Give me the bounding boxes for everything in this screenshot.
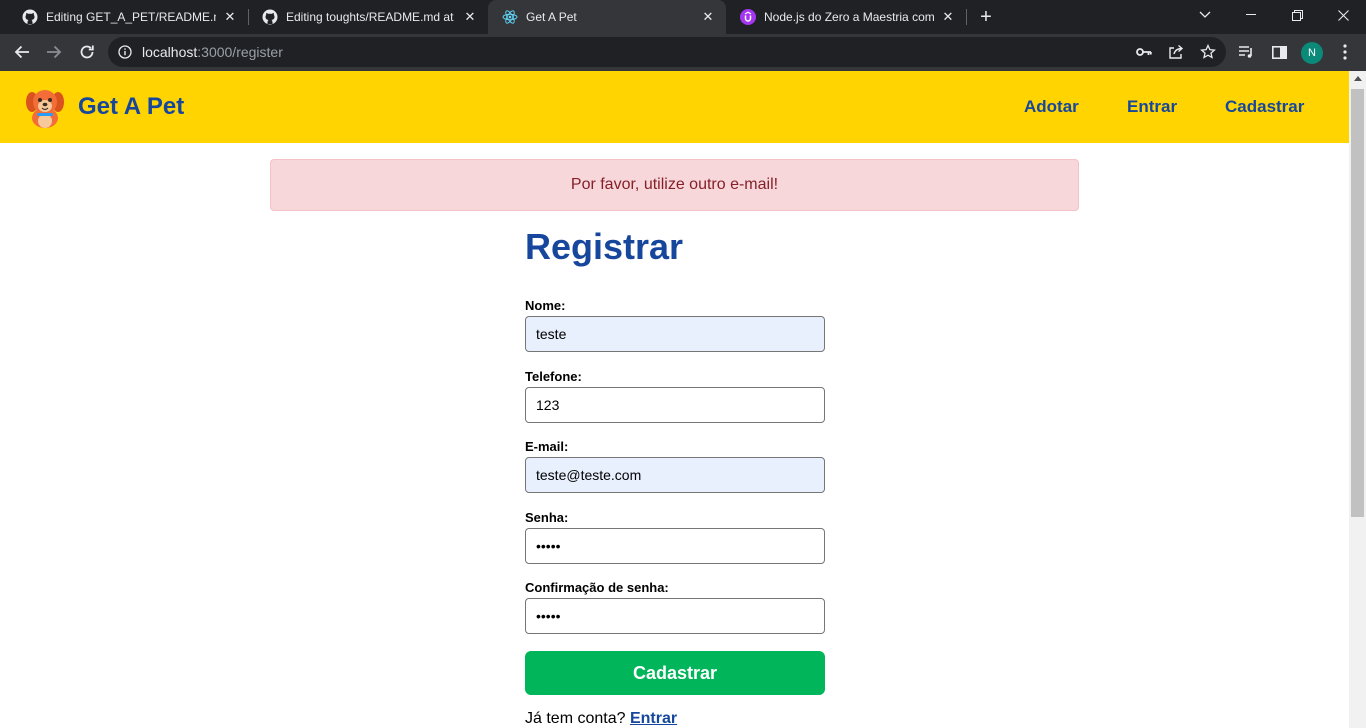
confirm-password-field-group: Confirmação de senha: ••••• xyxy=(525,580,825,634)
arrow-right-icon xyxy=(47,45,62,59)
arrow-left-icon xyxy=(14,45,29,59)
password-field-group: Senha: ••••• xyxy=(525,510,825,564)
nav-link-entrar[interactable]: Entrar xyxy=(1127,97,1177,117)
flash-error-message: Por favor, utilize outro e-mail! xyxy=(270,159,1079,211)
close-icon[interactable]: ✕ xyxy=(700,9,716,25)
restore-icon xyxy=(1291,9,1303,21)
back-button[interactable] xyxy=(10,40,34,64)
email-label: E-mail: xyxy=(525,439,569,454)
minimize-button[interactable] xyxy=(1228,0,1274,30)
scroll-up-icon[interactable] xyxy=(1354,76,1362,81)
restore-button[interactable] xyxy=(1274,0,1320,30)
tab-udemy-nodejs[interactable]: Node.js do Zero a Maestria com ✕ xyxy=(726,0,966,34)
email-input[interactable]: teste@teste.com xyxy=(525,457,825,493)
close-icon[interactable]: ✕ xyxy=(462,9,478,25)
tab-title: Get A Pet xyxy=(526,10,577,24)
info-icon[interactable] xyxy=(118,45,132,59)
close-icon[interactable]: ✕ xyxy=(222,9,238,25)
close-icon[interactable]: ✕ xyxy=(940,9,956,25)
udemy-icon xyxy=(740,9,756,25)
react-icon xyxy=(502,10,518,24)
github-icon xyxy=(22,9,38,25)
close-icon xyxy=(1337,9,1349,21)
browser-toolbar: localhost:3000/register N xyxy=(0,34,1366,71)
name-label: Nome: xyxy=(525,298,566,313)
dog-logo-icon[interactable] xyxy=(24,85,66,129)
password-label: Senha: xyxy=(525,510,569,525)
tab-github-toughts[interactable]: Editing toughts/README.md at m ✕ xyxy=(248,0,488,34)
page-title: Registrar xyxy=(525,226,684,267)
profile-avatar[interactable]: N xyxy=(1301,42,1323,64)
new-tab-button[interactable]: + xyxy=(976,7,996,27)
reload-icon xyxy=(80,45,94,59)
address-bar[interactable]: localhost:3000/register xyxy=(108,37,1226,67)
phone-input[interactable]: 123 xyxy=(525,387,825,423)
url-host: localhost xyxy=(142,44,198,60)
has-account-line: Já tem conta? Entrar xyxy=(525,710,677,728)
site-navbar: Get A Pet Adotar Entrar Cadastrar xyxy=(0,71,1349,143)
side-panel-button[interactable] xyxy=(1269,42,1289,62)
phone-label: Telefone: xyxy=(525,369,582,384)
phone-field-group: Telefone: 123 xyxy=(525,369,825,423)
close-window-button[interactable] xyxy=(1320,0,1366,30)
side-panel-icon xyxy=(1271,45,1287,59)
forward-button[interactable] xyxy=(42,40,66,64)
name-input[interactable]: teste xyxy=(525,316,825,352)
url-path: :3000/register xyxy=(197,44,283,60)
password-key-button[interactable] xyxy=(1134,42,1154,62)
register-submit-button[interactable]: Cadastrar xyxy=(525,651,825,695)
confirm-password-input[interactable]: ••••• xyxy=(525,598,825,634)
page-viewport: Get A Pet Adotar Entrar Cadastrar Por fa… xyxy=(0,71,1349,728)
tab-github-get-a-pet[interactable]: Editing GET_A_PET/README.md at ✕ xyxy=(8,0,248,34)
tab-get-a-pet[interactable]: Get A Pet ✕ xyxy=(488,0,726,34)
nav-link-cadastrar[interactable]: Cadastrar xyxy=(1225,97,1304,117)
bookmark-button[interactable] xyxy=(1198,42,1218,62)
star-icon xyxy=(1200,44,1216,59)
register-form: Registrar Nome: teste Telefone: 123 E-ma… xyxy=(525,226,825,727)
tab-title: Node.js do Zero a Maestria com xyxy=(764,10,934,24)
has-account-text: Já tem conta? xyxy=(525,710,626,727)
browser-menu-button[interactable] xyxy=(1335,42,1355,62)
password-input[interactable]: ••••• xyxy=(525,528,825,564)
email-field-group: E-mail: teste@teste.com xyxy=(525,439,825,493)
name-field-group: Nome: teste xyxy=(525,298,825,352)
nav-link-adotar[interactable]: Adotar xyxy=(1024,97,1079,117)
browser-tab-strip: Editing GET_A_PET/README.md at ✕ Editing… xyxy=(0,0,1366,34)
tab-title: Editing toughts/README.md at m xyxy=(286,10,456,24)
share-button[interactable] xyxy=(1166,42,1186,62)
brand-name[interactable]: Get A Pet xyxy=(78,93,184,121)
github-icon xyxy=(262,9,278,25)
chevron-down-icon xyxy=(1199,11,1211,18)
key-icon xyxy=(1136,48,1152,56)
share-icon xyxy=(1169,44,1184,59)
media-playlist-icon xyxy=(1239,46,1252,58)
scrollbar-thumb[interactable] xyxy=(1351,89,1364,517)
tab-search-button[interactable] xyxy=(1182,0,1228,30)
confirm-password-label: Confirmação de senha: xyxy=(525,580,669,595)
tab-title: Editing GET_A_PET/README.md at xyxy=(46,10,216,24)
reading-list-button[interactable] xyxy=(1236,42,1256,62)
tab-divider xyxy=(966,9,967,25)
more-vert-icon xyxy=(1343,44,1347,60)
page-scrollbar[interactable] xyxy=(1349,71,1366,728)
minimize-icon xyxy=(1246,14,1256,15)
login-link[interactable]: Entrar xyxy=(630,710,677,727)
reload-button[interactable] xyxy=(75,40,99,64)
